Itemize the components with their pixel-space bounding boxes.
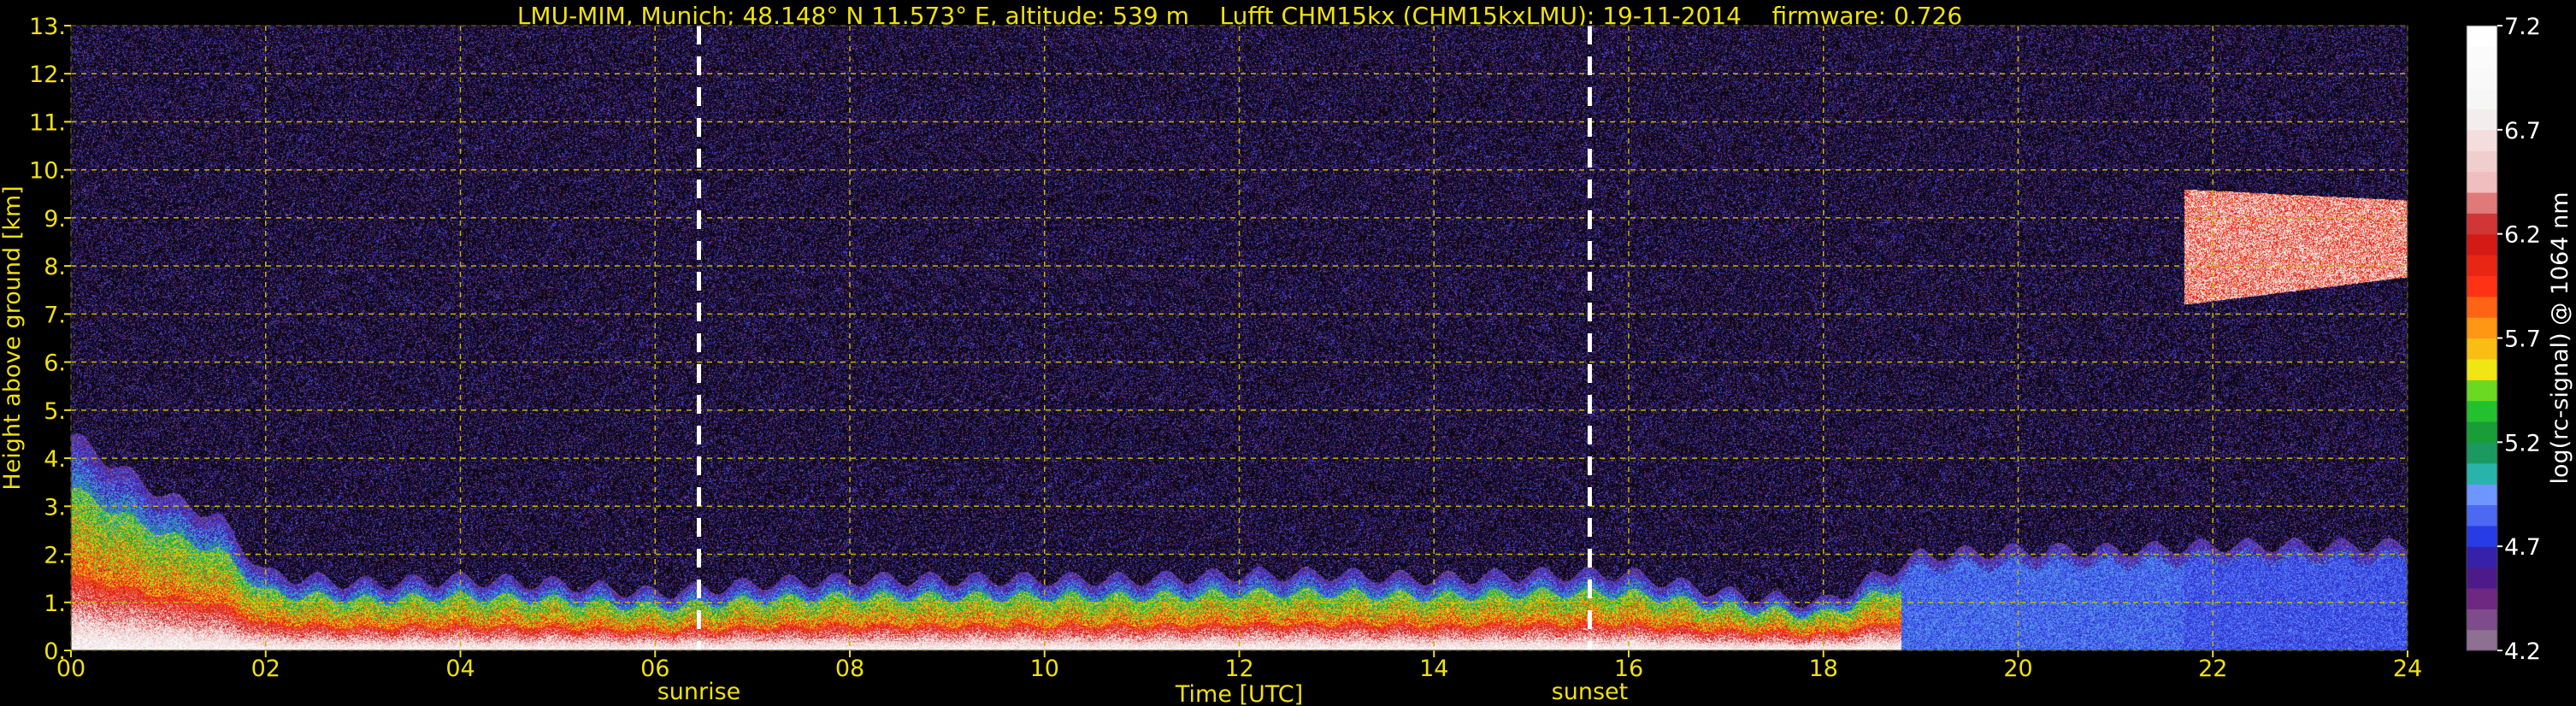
- colorbar-tick-label: 4.7: [2504, 534, 2541, 561]
- colorbar-tick-label: 4.2: [2504, 638, 2541, 665]
- colorbar-segment: [2467, 546, 2497, 568]
- y-tick-label: 11.: [29, 109, 66, 136]
- x-tick-label: 04: [445, 656, 475, 682]
- colorbar-segment: [2467, 213, 2497, 235]
- y-tick-label: 4.: [44, 446, 66, 473]
- colorbar-tick-label: 6.2: [2504, 222, 2541, 249]
- y-tick-label: 12.: [29, 62, 66, 88]
- colorbar-segment: [2467, 525, 2497, 547]
- y-tick-label: 7.: [44, 302, 66, 328]
- y-tick-label: 3.: [44, 494, 66, 521]
- x-tick-label: 16: [1614, 656, 1643, 682]
- colorbar-segment: [2467, 609, 2497, 631]
- colorbar-segment: [2467, 400, 2497, 422]
- x-tick-label: 14: [1419, 656, 1448, 682]
- colorbar-segment: [2467, 233, 2497, 256]
- y-tick-label: 10.: [29, 158, 66, 185]
- colorbar-tick-label: 5.7: [2504, 327, 2541, 353]
- colorbar-segment: [2467, 629, 2497, 651]
- colorbar-segment: [2467, 567, 2497, 589]
- colorbar-segment: [2467, 587, 2497, 609]
- x-tick-label: 02: [251, 656, 280, 682]
- x-tick-label: 06: [640, 656, 669, 682]
- y-tick-label: 6.: [44, 350, 66, 377]
- x-tick-label: 24: [2393, 656, 2422, 682]
- y-tick-label: 5.: [44, 398, 66, 425]
- y-tick-label: 13.: [29, 14, 66, 40]
- colorbar-label: log(rc-signal) @ 1064 nm: [2547, 191, 2573, 484]
- colorbar-segment: [2467, 191, 2497, 214]
- colorbar-tick-label: 6.7: [2504, 118, 2541, 144]
- colorbar-segment: [2467, 88, 2497, 110]
- colorbar-segment: [2467, 296, 2497, 318]
- colorbar-segment: [2467, 504, 2497, 527]
- x-tick-label: 08: [835, 656, 864, 682]
- colorbar-segment: [2467, 358, 2497, 380]
- x-tick-label: 20: [2003, 656, 2032, 682]
- colorbar-segment: [2467, 317, 2497, 339]
- y-tick-label: 1.: [44, 591, 66, 617]
- x-axis-label: Time [UTC]: [1175, 681, 1303, 706]
- colorbar-segment: [2467, 421, 2497, 443]
- colorbar-tick-label: 5.2: [2504, 430, 2541, 456]
- y-tick-label: 9.: [44, 206, 66, 232]
- y-tick-label: 2.: [44, 543, 66, 569]
- y-tick-label: 0.: [44, 638, 66, 665]
- colorbar-segment: [2467, 46, 2497, 68]
- chart-svg: sunrise sunset00 02 04 06 08 10 12 14 16 18 20 22 24T…: [0, 14, 2573, 706]
- colorbar-segment: [2467, 109, 2497, 131]
- colorbar-segment: [2467, 379, 2497, 402]
- x-tick-label: 12: [1224, 656, 1253, 682]
- colorbar-segment: [2467, 462, 2497, 485]
- y-axis-label: Height above ground [km]: [0, 185, 26, 490]
- colorbar-segment: [2467, 484, 2497, 506]
- colorbar-segment: [2467, 67, 2497, 89]
- colorbar-segment: [2467, 338, 2497, 360]
- colorbar-segment: [2467, 255, 2497, 276]
- colorbar-segment: [2467, 26, 2497, 47]
- x-tick-label: 10: [1030, 656, 1059, 682]
- x-tick-label: 18: [1809, 656, 1838, 682]
- colorbar-segment: [2467, 275, 2497, 297]
- colorbar-tick-label: 7.2: [2504, 14, 2541, 40]
- colorbar-segment: [2467, 442, 2497, 464]
- colorbar-segment: [2467, 129, 2497, 151]
- colorbar-segment: [2467, 171, 2497, 193]
- sunrise-label: sunrise: [657, 679, 741, 705]
- sunset-label: sunset: [1552, 679, 1629, 705]
- y-tick-label: 8.: [44, 254, 66, 280]
- x-tick-label: 22: [2198, 656, 2227, 682]
- colorbar-segment: [2467, 150, 2497, 173]
